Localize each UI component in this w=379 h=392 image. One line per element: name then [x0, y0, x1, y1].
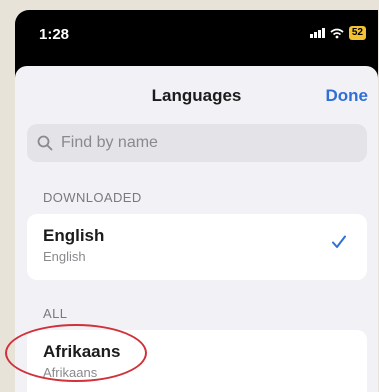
status-time: 1:28 [39, 26, 70, 43]
section-header-downloaded: DOWNLOADED [43, 190, 142, 205]
language-row-english[interactable]: English English [27, 214, 367, 280]
nav-bar: Languages Done [15, 66, 378, 126]
battery-icon: 52 [348, 26, 366, 40]
checkmark-icon [332, 235, 346, 248]
status-bar: 1:28 52 [15, 10, 378, 62]
page-title: Languages [151, 86, 242, 105]
search-input[interactable] [59, 133, 343, 153]
language-name: English [43, 226, 105, 245]
wifi-icon [330, 28, 344, 39]
signal-icon [309, 28, 325, 38]
done-button[interactable]: Done [326, 86, 369, 106]
search-icon [37, 135, 53, 151]
search-bar[interactable] [27, 124, 367, 162]
status-icons: 52 [309, 26, 366, 40]
annotation-circle [5, 324, 147, 382]
language-native-name: English [43, 249, 86, 264]
section-header-all: ALL [43, 306, 68, 321]
